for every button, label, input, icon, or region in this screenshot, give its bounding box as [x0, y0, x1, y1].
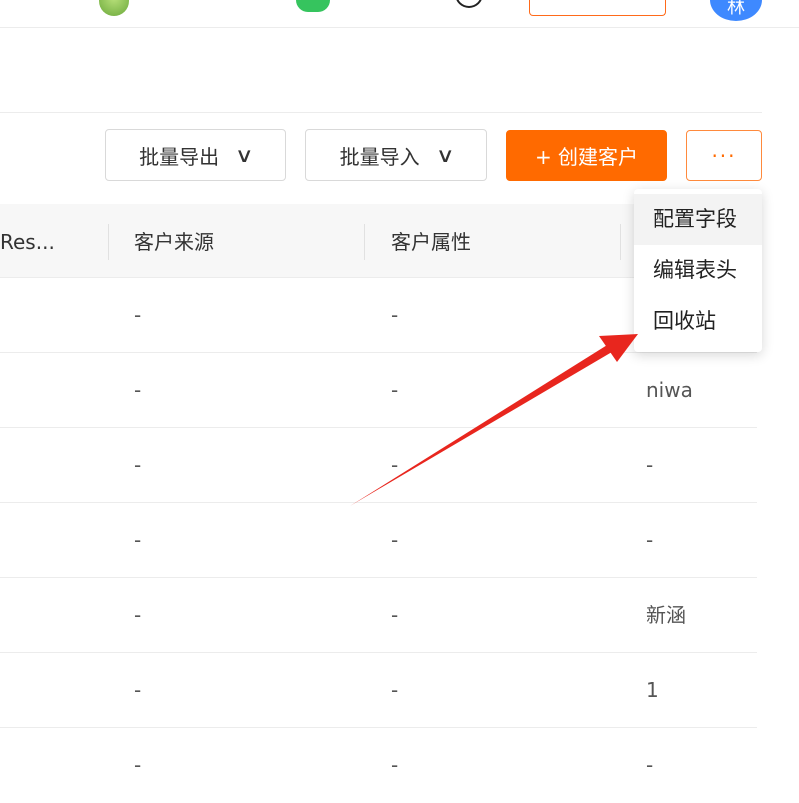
arrow-shaft — [350, 342, 617, 506]
annotation-arrow-icon — [350, 334, 638, 506]
